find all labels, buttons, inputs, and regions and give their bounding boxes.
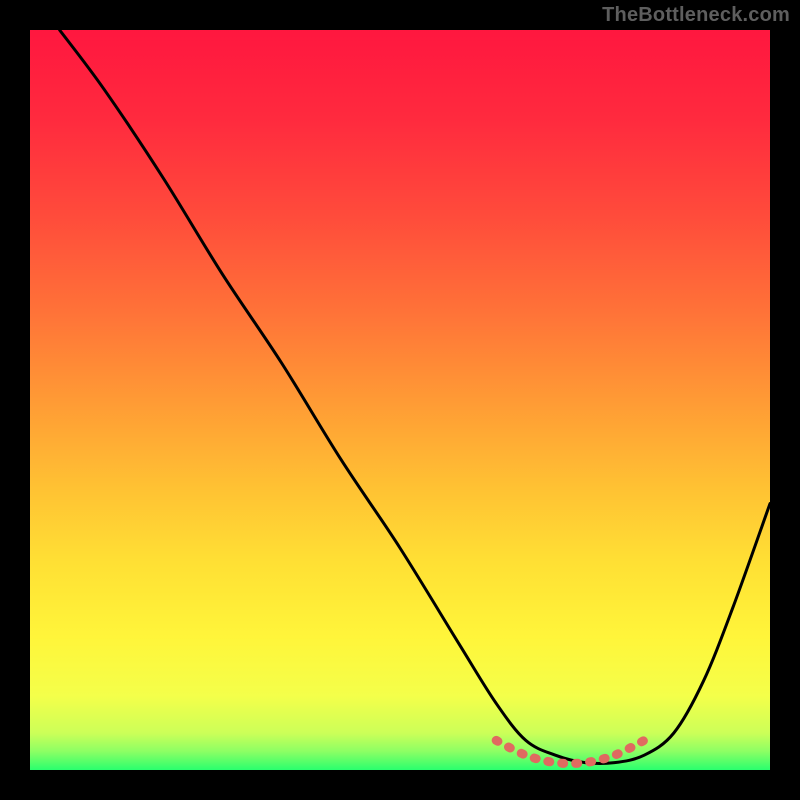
plot-area xyxy=(30,30,770,770)
bottleneck-curve xyxy=(60,30,770,764)
chart-frame: TheBottleneck.com xyxy=(0,0,800,800)
watermark-label: TheBottleneck.com xyxy=(602,4,790,27)
curve-layer xyxy=(30,30,770,770)
